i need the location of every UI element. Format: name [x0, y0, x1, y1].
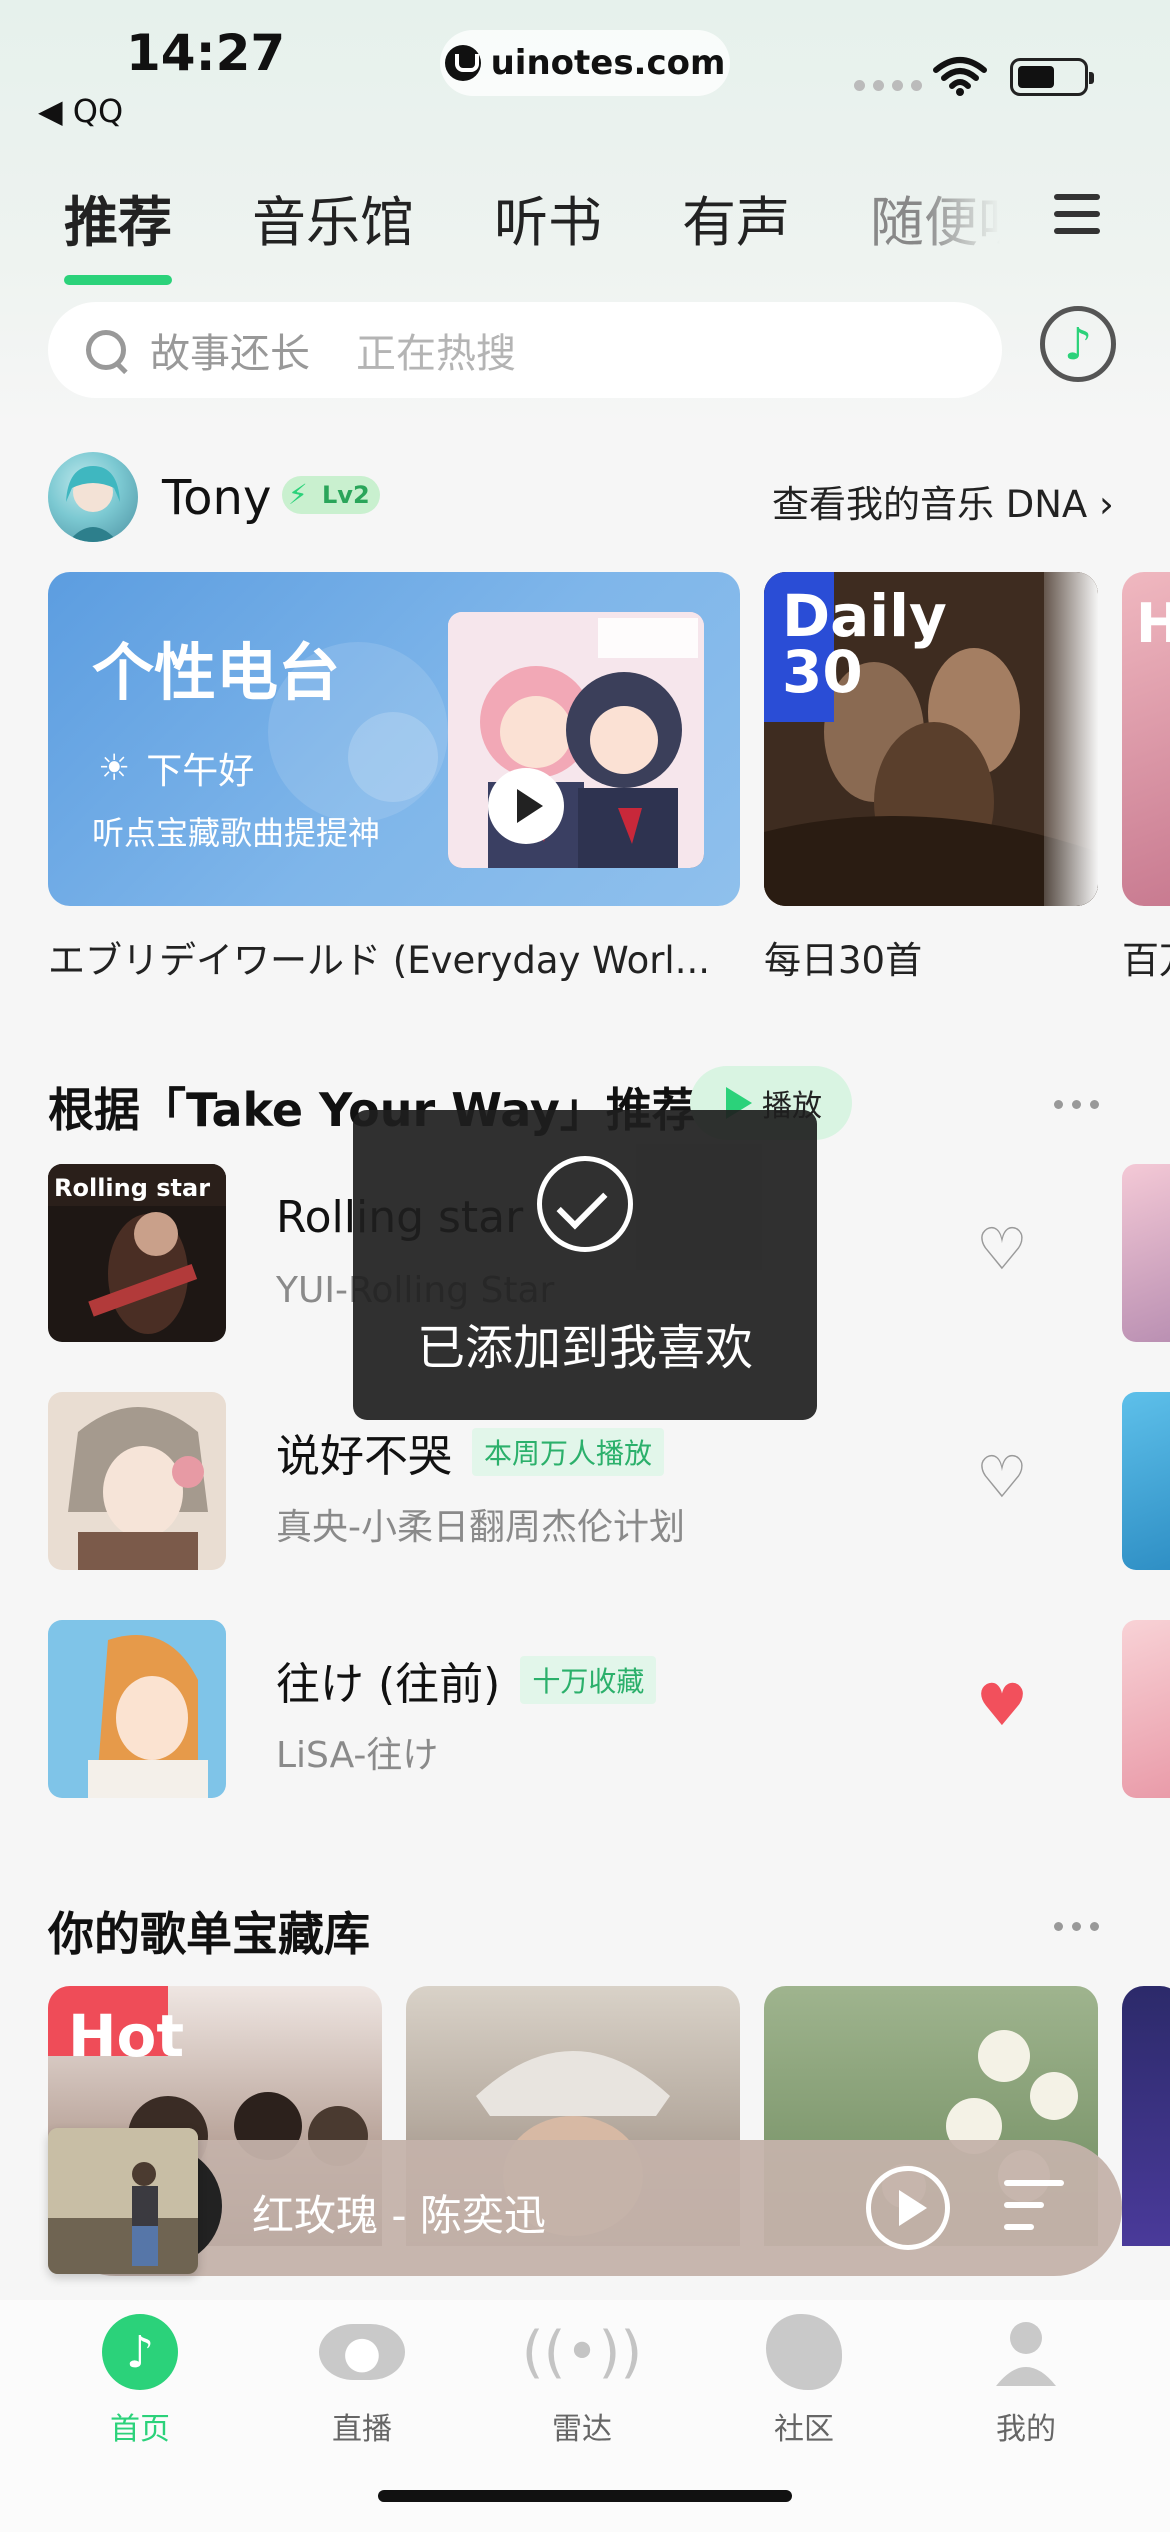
partial-card[interactable]: H: [1122, 572, 1170, 906]
nav-radar[interactable]: ((•)) 雷达: [502, 2314, 662, 2448]
song-cover-rolling-star[interactable]: Rolling star: [48, 1164, 226, 1342]
sun-icon: ☀: [98, 747, 131, 789]
toast-added-to-favorites: 已添加到我喜欢: [353, 1110, 817, 1420]
username[interactable]: Tony: [162, 470, 271, 526]
radio-play-button[interactable]: [488, 768, 564, 844]
music-dna-link[interactable]: 查看我的音乐 DNA ›: [772, 474, 1114, 528]
radio-title: 个性电台: [92, 636, 341, 709]
profile-icon: [988, 2314, 1064, 2390]
search-hint: 正在热搜: [356, 331, 516, 377]
song-tag: 十万收藏: [520, 1656, 657, 1704]
level-badge: Lv2: [282, 476, 380, 514]
like-heart-icon[interactable]: ♡: [976, 1448, 1028, 1506]
tab-music-hall[interactable]: 音乐馆: [252, 178, 414, 257]
wifi-icon: [933, 57, 987, 96]
playlist-queue-icon[interactable]: [1004, 2180, 1068, 2236]
status-time: 14:27: [126, 24, 286, 82]
search-placeholder: 故事还长: [150, 331, 310, 377]
mini-play-button[interactable]: [866, 2166, 950, 2250]
svg-text:Rolling star: Rolling star: [54, 1174, 210, 1202]
song-title[interactable]: 说好不哭 本周万人播放: [276, 1420, 665, 1484]
battery-icon: [1010, 58, 1094, 96]
liked-heart-icon[interactable]: ♥: [976, 1676, 1028, 1734]
search-bar[interactable]: 故事还长 正在热搜: [48, 302, 1002, 398]
song-subtitle: LiSA-往け: [276, 1735, 439, 1776]
site-logo-icon: [444, 45, 481, 81]
url-text: uinotes.com: [490, 43, 726, 83]
nav-community[interactable]: 社区: [724, 2314, 884, 2448]
nav-live[interactable]: ● 直播: [282, 2314, 442, 2448]
menu-icon[interactable]: [1054, 194, 1100, 234]
mini-player-cover[interactable]: [48, 2128, 198, 2274]
song-title[interactable]: 往け (往前) 十万收藏: [276, 1648, 657, 1712]
side-thumbnail[interactable]: [1122, 1164, 1170, 1342]
daily-badge: Daily 30: [782, 582, 947, 706]
radio-caption: エブリデイワールド (Everyday Worl...: [48, 939, 710, 982]
song-cover-yuke[interactable]: [48, 1620, 226, 1798]
playlist-section-title: 你的歌单宝藏库: [48, 1907, 370, 1961]
radio-weather: ☀ 下午好: [98, 747, 255, 793]
nav-profile[interactable]: 我的: [946, 2314, 1106, 2448]
search-icon: [84, 328, 128, 372]
toast-text: 已添加到我喜欢: [416, 1320, 753, 1376]
tab-recommend[interactable]: 推荐: [64, 178, 172, 285]
recommend-more-icon[interactable]: [1054, 1100, 1099, 1109]
url-pill[interactable]: uinotes.com: [440, 30, 730, 96]
top-tabs: 推荐 音乐馆 听书 有声 随便听: [64, 178, 1080, 285]
playlist-card[interactable]: [1122, 1986, 1170, 2246]
daily-30-card[interactable]: Daily 30: [764, 572, 1098, 906]
song-tag: 本周万人播放: [472, 1428, 665, 1476]
hot-label: Hot: [68, 2002, 185, 2070]
partial-caption: 百万: [1122, 939, 1170, 982]
song-subtitle: 真央-小柔日翻周杰伦计划: [276, 1507, 685, 1548]
playlist-more-icon[interactable]: [1054, 1922, 1099, 1931]
music-recognition-icon[interactable]: ♪: [1040, 306, 1116, 382]
daily-caption: 每日30首: [764, 939, 923, 982]
check-circle-icon: [537, 1156, 633, 1252]
tab-audio[interactable]: 有声: [682, 178, 790, 257]
eye-icon: ●: [319, 2324, 405, 2380]
like-heart-icon[interactable]: ♡: [976, 1220, 1028, 1278]
side-thumbnail[interactable]: [1122, 1392, 1170, 1570]
radio-album-art: [448, 612, 704, 868]
avatar[interactable]: [48, 452, 138, 542]
home-indicator: [378, 2490, 792, 2502]
tab-audiobooks[interactable]: 听书: [494, 178, 602, 257]
signal-icon: [854, 80, 922, 91]
song-cover-shuo-hao-bu-ku[interactable]: [48, 1392, 226, 1570]
tab-random[interactable]: 随便听: [870, 178, 1000, 257]
side-thumbnail[interactable]: [1122, 1620, 1170, 1798]
nav-home[interactable]: ♪ 首页: [60, 2314, 220, 2448]
now-playing-title[interactable]: 红玫瑰 - 陈奕迅: [252, 2182, 546, 2243]
music-note-icon: ♪: [102, 2314, 178, 2390]
community-icon: [766, 2314, 842, 2390]
radio-subtitle: 听点宝藏歌曲提提神: [92, 814, 381, 852]
radar-icon: ((•)): [521, 2319, 643, 2385]
personal-radio-card[interactable]: 个性电台 ☀ 下午好 听点宝藏歌曲提提神: [48, 572, 740, 906]
back-to-app-link[interactable]: ◀ QQ: [38, 92, 123, 130]
